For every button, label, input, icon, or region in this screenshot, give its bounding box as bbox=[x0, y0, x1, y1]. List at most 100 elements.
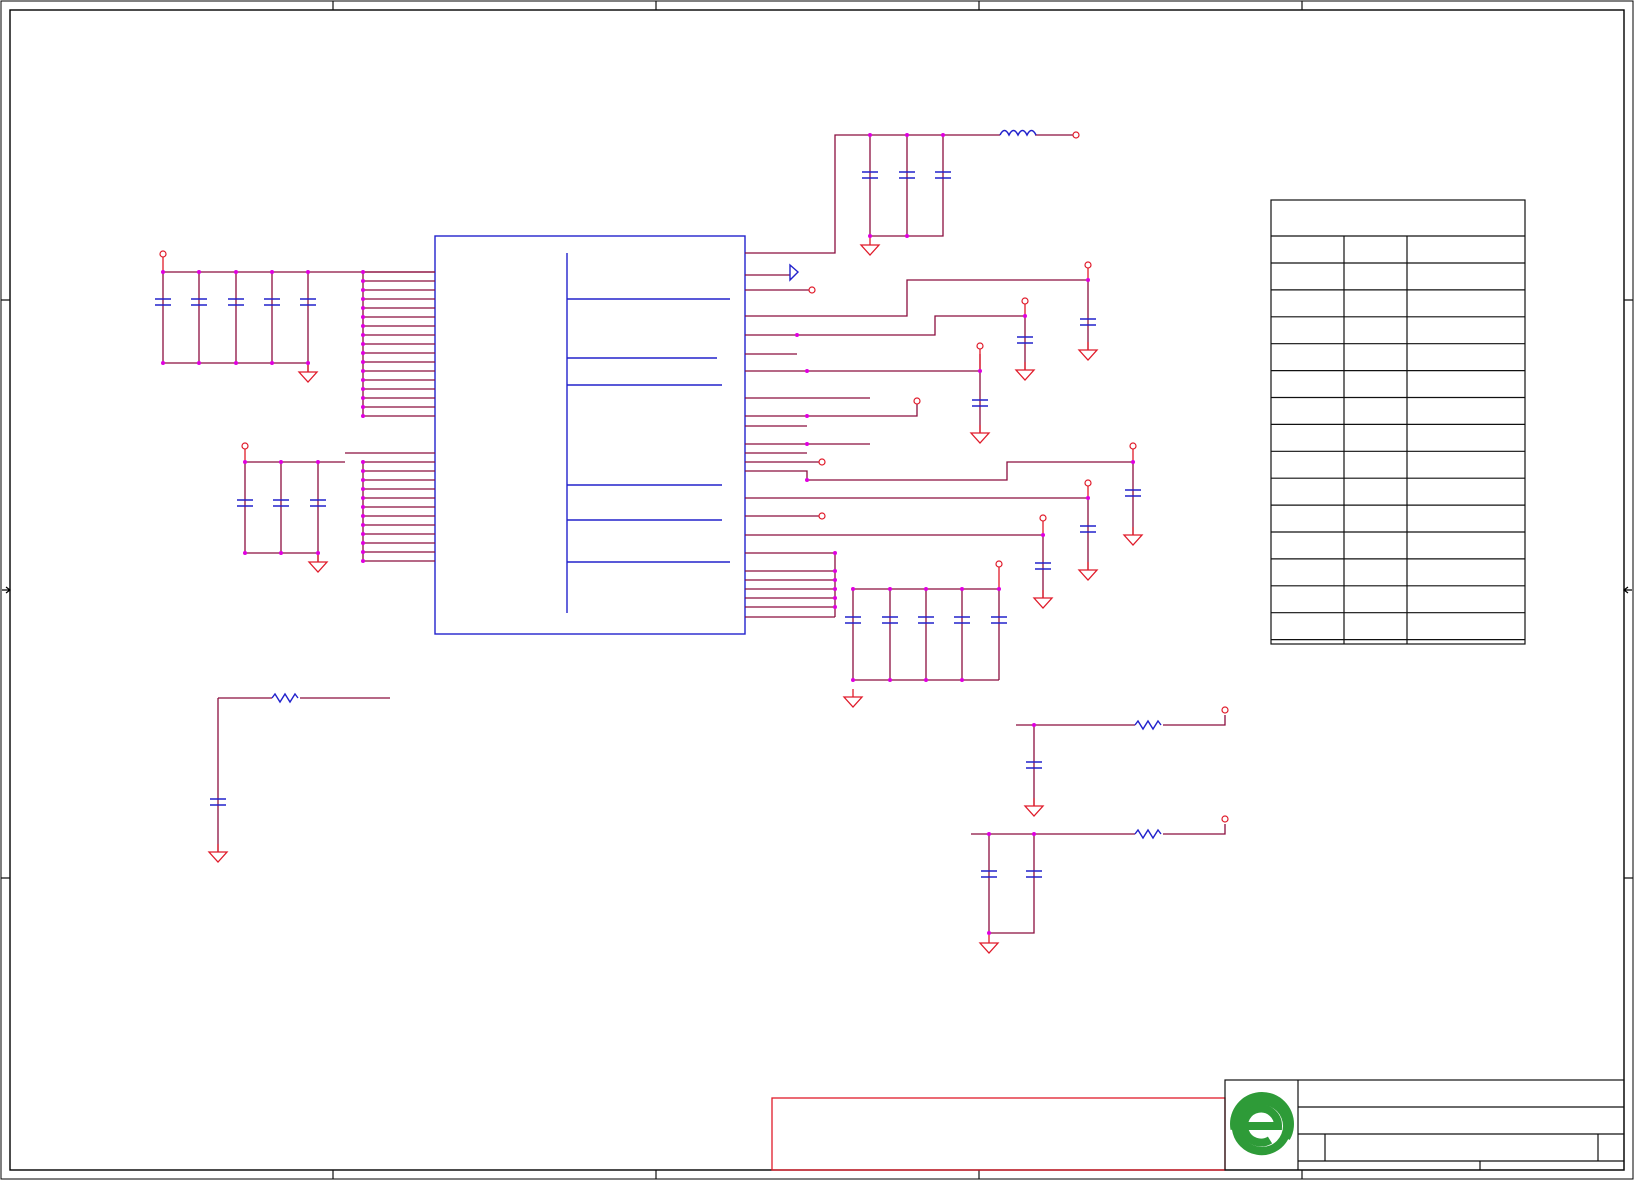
main-ic-body bbox=[434, 235, 746, 635]
junction-dot bbox=[361, 487, 365, 491]
junction-dot bbox=[833, 605, 837, 609]
junction-dot bbox=[361, 414, 365, 418]
ground-icon bbox=[1077, 562, 1099, 581]
junction-dot bbox=[361, 469, 365, 473]
power-port-icon bbox=[818, 512, 826, 520]
junction-dot bbox=[361, 460, 365, 464]
junction-dot bbox=[851, 587, 855, 591]
junction-dot bbox=[361, 532, 365, 536]
junction-dot bbox=[279, 460, 283, 464]
junction-dot bbox=[361, 333, 365, 337]
junction-dot bbox=[1086, 496, 1090, 500]
junction-dot bbox=[978, 369, 982, 373]
resistor-icon bbox=[271, 692, 299, 704]
right-pin-wires bbox=[745, 134, 1133, 618]
junction-dot bbox=[805, 414, 809, 418]
junction-dot bbox=[243, 551, 247, 555]
junction-dot bbox=[833, 587, 837, 591]
junction-dot bbox=[361, 297, 365, 301]
company-logo-icon bbox=[1228, 1092, 1294, 1160]
junction-dot bbox=[161, 270, 165, 274]
lower-right-rc-2 bbox=[971, 824, 1226, 934]
junction-dot bbox=[361, 523, 365, 527]
junction-dot bbox=[361, 478, 365, 482]
junction-dot bbox=[361, 496, 365, 500]
junction-dot bbox=[361, 360, 365, 364]
junction-dot bbox=[805, 478, 809, 482]
junction-dot bbox=[941, 133, 945, 137]
notes-box bbox=[771, 1097, 1226, 1171]
vcc-filter-caps bbox=[869, 129, 1076, 237]
junction-dot bbox=[361, 315, 365, 319]
junction-dot bbox=[361, 279, 365, 283]
junction-dot bbox=[833, 578, 837, 582]
junction-dot bbox=[361, 306, 365, 310]
junction-dot bbox=[960, 678, 964, 682]
inductor-icon bbox=[999, 129, 1037, 137]
junction-dot bbox=[234, 361, 238, 365]
junction-dot bbox=[1086, 278, 1090, 282]
junction-dot bbox=[361, 369, 365, 373]
junction-dot bbox=[161, 361, 165, 365]
junction-dot bbox=[361, 351, 365, 355]
junction-dot bbox=[361, 541, 365, 545]
junction-dot bbox=[905, 133, 909, 137]
junction-dot bbox=[361, 396, 365, 400]
junction-dot bbox=[361, 514, 365, 518]
junction-dot bbox=[888, 678, 892, 682]
junction-dot bbox=[960, 587, 964, 591]
ground-group bbox=[207, 237, 1144, 954]
lower-right-rc-1 bbox=[1016, 715, 1226, 806]
junction-dot bbox=[987, 832, 991, 836]
ground-icon bbox=[1023, 798, 1045, 817]
junction-dot bbox=[1041, 533, 1045, 537]
junction-dot bbox=[851, 678, 855, 682]
title-block bbox=[771, 1079, 1625, 1171]
ground-icon bbox=[307, 554, 329, 573]
junction-dot bbox=[361, 559, 365, 563]
power-port-icon bbox=[976, 342, 984, 350]
junction-dot bbox=[805, 369, 809, 373]
left-pin-bus-bottom bbox=[362, 461, 435, 562]
junction-dot bbox=[868, 133, 872, 137]
power-port-icon bbox=[1221, 815, 1229, 823]
schematic-sheet bbox=[0, 0, 1634, 1180]
junction-dot bbox=[361, 378, 365, 382]
junction-dot bbox=[270, 361, 274, 365]
junction-dot bbox=[361, 270, 365, 274]
power-port-icon bbox=[1039, 514, 1047, 522]
power-port-icon bbox=[1084, 261, 1092, 269]
ground-icon bbox=[1077, 342, 1099, 361]
junction-dot bbox=[279, 551, 283, 555]
ground-icon bbox=[859, 237, 881, 256]
decoupling-bank-left-1 bbox=[159, 250, 435, 372]
junction-dot bbox=[1032, 723, 1036, 727]
junction-dot bbox=[316, 460, 320, 464]
lower-left-rc bbox=[217, 697, 390, 852]
junction-dot bbox=[361, 342, 365, 346]
power-port-icon bbox=[808, 286, 816, 294]
junction-dot bbox=[1131, 460, 1135, 464]
junction-dot bbox=[361, 387, 365, 391]
junction-dot bbox=[361, 405, 365, 409]
junction-dot bbox=[924, 678, 928, 682]
power-port-icon bbox=[1084, 479, 1092, 487]
junction-dot bbox=[234, 270, 238, 274]
decoupling-bank-left-2 bbox=[241, 442, 435, 562]
junction-dot bbox=[868, 234, 872, 238]
junction-dot bbox=[833, 569, 837, 573]
junction-dot bbox=[361, 550, 365, 554]
capacitor-group bbox=[155, 171, 1141, 878]
pin-table bbox=[1270, 199, 1526, 645]
junction-dot bbox=[306, 361, 310, 365]
junction-dot bbox=[997, 587, 1001, 591]
resistor-icon bbox=[1134, 719, 1162, 731]
junction-dot bbox=[924, 587, 928, 591]
junction-dot bbox=[888, 587, 892, 591]
junction-dot bbox=[306, 270, 310, 274]
ground-icon bbox=[207, 844, 229, 863]
power-port-icon bbox=[995, 560, 1003, 568]
power-port-icon bbox=[159, 250, 167, 258]
junction-dot bbox=[805, 442, 809, 446]
power-port-icon bbox=[818, 458, 826, 466]
